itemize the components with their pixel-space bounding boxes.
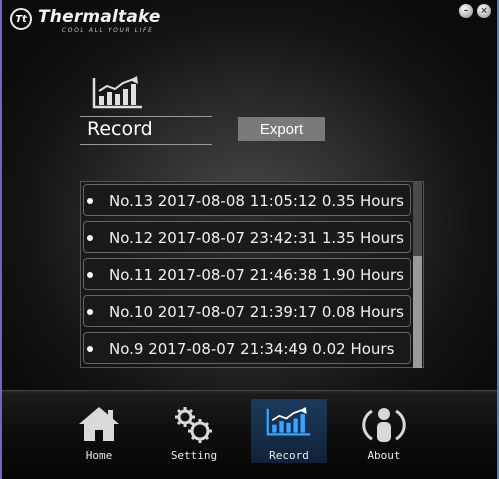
home-icon xyxy=(79,407,119,441)
divider xyxy=(80,116,212,117)
list-scrollbar[interactable] xyxy=(413,181,422,368)
bullet-icon xyxy=(87,272,93,278)
nav-setting[interactable]: Setting xyxy=(157,399,231,463)
app-window: Tt Thermaltake COOL ALL YOUR LIFE – × Re… xyxy=(0,0,499,479)
gears-icon xyxy=(175,407,212,443)
nav-record[interactable]: Record xyxy=(251,399,327,463)
bullet-icon xyxy=(87,235,93,241)
brand-tagline: COOL ALL YOUR LIFE xyxy=(62,27,154,34)
record-text: No.13 2017-08-08 11:05:12 0.35 Hours xyxy=(109,192,404,210)
thermaltake-logo-icon: Tt xyxy=(10,8,32,30)
chart-icon xyxy=(266,406,311,436)
bullet-icon xyxy=(87,198,93,204)
close-button[interactable]: × xyxy=(477,4,491,18)
bullet-icon xyxy=(87,309,93,315)
list-item[interactable]: No.12 2017-08-07 23:42:31 1.35 Hours xyxy=(83,221,411,253)
nav-home[interactable]: Home xyxy=(62,399,136,463)
list-item[interactable]: No.9 2017-08-07 21:34:49 0.02 Hours xyxy=(83,332,411,364)
bullet-icon xyxy=(87,346,93,352)
record-list[interactable]: No.13 2017-08-08 11:05:12 0.35 Hours No.… xyxy=(80,181,424,368)
bottom-nav: Home Setting Record About xyxy=(2,390,497,479)
nav-setting-label: Setting xyxy=(170,449,218,462)
record-text: No.10 2017-08-07 21:39:17 0.08 Hours xyxy=(109,303,404,321)
export-button[interactable]: Export xyxy=(238,117,325,141)
nav-about-label: About xyxy=(367,449,401,462)
brand-name: Thermaltake xyxy=(38,7,161,27)
divider xyxy=(80,144,212,145)
list-item[interactable]: No.11 2017-08-07 21:46:38 1.90 Hours xyxy=(83,258,411,290)
record-text: No.9 2017-08-07 21:34:49 0.02 Hours xyxy=(109,340,395,358)
about-person-icon xyxy=(362,408,406,442)
record-text: No.11 2017-08-07 21:46:38 1.90 Hours xyxy=(109,266,404,284)
nav-about[interactable]: About xyxy=(347,399,421,463)
list-item[interactable]: No.10 2017-08-07 21:39:17 0.08 Hours xyxy=(83,295,411,327)
nav-record-label: Record xyxy=(269,449,309,462)
record-chart-icon xyxy=(92,76,142,109)
section-title: Record xyxy=(87,118,153,140)
list-item[interactable]: No.13 2017-08-08 11:05:12 0.35 Hours xyxy=(83,184,411,216)
scroll-thumb[interactable] xyxy=(413,256,422,368)
minimize-button[interactable]: – xyxy=(459,4,473,18)
title-bar[interactable]: Tt Thermaltake COOL ALL YOUR LIFE – × xyxy=(2,0,497,38)
record-text: No.12 2017-08-07 23:42:31 1.35 Hours xyxy=(109,229,404,247)
nav-home-label: Home xyxy=(85,449,113,462)
